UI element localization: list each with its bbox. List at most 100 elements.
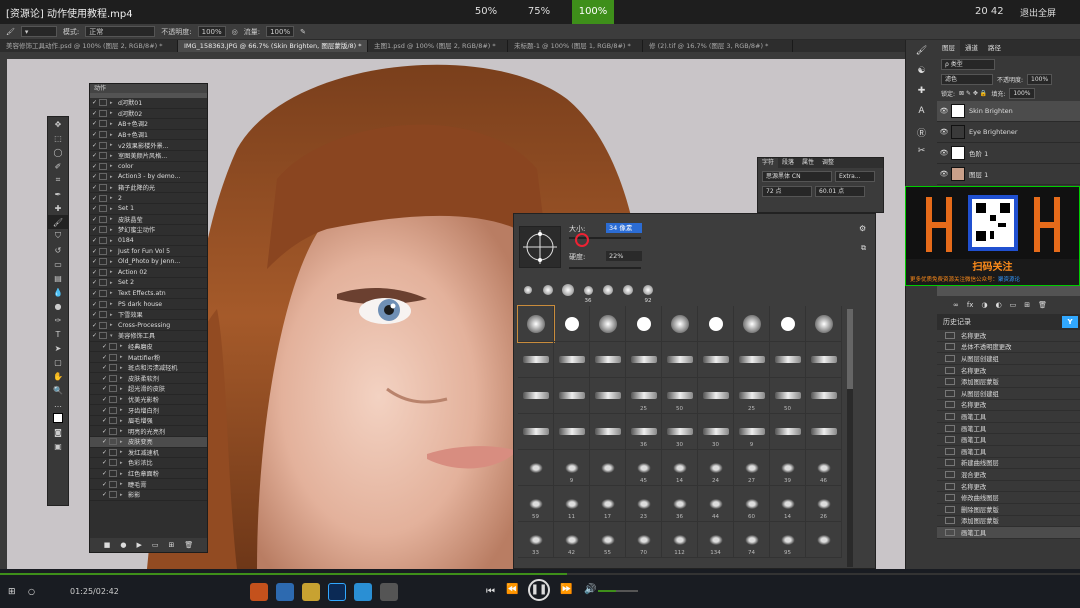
leading-input[interactable]: 60.01 点	[815, 186, 865, 197]
expand-triangle-icon[interactable]: ▸	[110, 216, 118, 222]
action-row[interactable]: ✓ ▸ AB+色调1	[90, 130, 207, 141]
eye-icon[interactable]: 👁	[937, 149, 951, 157]
opacity-input[interactable]: 100%	[197, 26, 226, 37]
action-row[interactable]: ✓ ▸ 发红减速机	[90, 448, 207, 459]
dialog-toggle-icon[interactable]	[109, 342, 117, 350]
history-row[interactable]: 从图层创建组	[937, 388, 1080, 400]
checkmark-icon[interactable]: ✓	[100, 491, 109, 498]
dialog-toggle-icon[interactable]	[99, 321, 107, 329]
dodge-tool-icon[interactable]: ●	[48, 299, 68, 313]
checkmark-icon[interactable]: ✓	[100, 417, 109, 424]
brush-preset[interactable]	[590, 342, 626, 378]
checkmark-icon[interactable]: ✓	[90, 237, 99, 244]
dialog-toggle-icon[interactable]	[99, 332, 107, 340]
brush-preset[interactable]	[590, 378, 626, 414]
hand-tool-icon[interactable]: ✋	[48, 369, 68, 383]
history-row[interactable]: 画笔工具	[937, 527, 1080, 539]
shape-tool-icon[interactable]: ▢	[48, 355, 68, 369]
brush-preset[interactable]	[554, 378, 590, 414]
adjust-icon[interactable]: ◐	[996, 301, 1002, 309]
brush-preset[interactable]	[554, 414, 590, 450]
checkmark-icon[interactable]: ✓	[90, 184, 99, 191]
history-row[interactable]: 添加图层蒙版	[937, 376, 1080, 388]
expand-triangle-icon[interactable]: ▸	[120, 471, 128, 477]
dialog-toggle-icon[interactable]	[99, 258, 107, 266]
action-row[interactable]: ✓ ▸ d河默02	[90, 109, 207, 120]
recent-brush[interactable]: 92	[640, 282, 656, 304]
dialog-toggle-icon[interactable]	[99, 311, 107, 319]
brush-preset[interactable]	[626, 306, 662, 342]
brush-preset[interactable]: 36	[662, 486, 698, 522]
action-row[interactable]: ✓ ▸ 皮肤变亮	[90, 437, 207, 448]
brush-preset[interactable]	[590, 414, 626, 450]
new-action-icon[interactable]: ⊞	[168, 541, 174, 549]
expand-triangle-icon[interactable]: ▸	[120, 354, 128, 360]
doc-tab[interactable]: 美容修饰工具动作.psd @ 100% (图层 2, RGB/8#) *	[0, 40, 178, 52]
brush-preset[interactable]: 50	[662, 378, 698, 414]
action-row[interactable]: ✓ ▸ 皮肤柔软剂	[90, 373, 207, 385]
history-row[interactable]: 画笔工具	[937, 411, 1080, 423]
tab-adjustments[interactable]: 调整	[818, 158, 838, 168]
action-row[interactable]: ✓ ▸ 睫毛膏	[90, 479, 207, 490]
expand-triangle-icon[interactable]: ▸	[110, 185, 118, 191]
gradient-tool-icon[interactable]: ▤	[48, 271, 68, 285]
history-row[interactable]: 名称更改	[937, 330, 1080, 342]
pressure-opacity-icon[interactable]: ◎	[232, 28, 238, 36]
quick-select-tool-icon[interactable]: ✐	[48, 159, 68, 173]
action-row[interactable]: ✓ ▸ Mattifier粉	[90, 352, 207, 363]
dialog-toggle-icon[interactable]	[109, 480, 117, 488]
expand-triangle-icon[interactable]: ▸	[120, 343, 128, 349]
search-icon[interactable]: ○	[28, 587, 35, 596]
expand-triangle-icon[interactable]: ▸	[120, 386, 128, 392]
new-preset-icon[interactable]: ⧉	[861, 244, 866, 253]
history-row[interactable]: 添加图层蒙版	[937, 516, 1080, 528]
brush-preset[interactable]	[662, 306, 698, 342]
action-row[interactable]: ✓ ▸ 梦幻蜜尘动作	[90, 225, 207, 236]
checkmark-icon[interactable]: ✓	[90, 269, 99, 276]
dialog-toggle-icon[interactable]	[109, 385, 117, 393]
expand-triangle-icon[interactable]: ▸	[110, 238, 118, 244]
action-row[interactable]: ✓ ▸ 下雪效果	[90, 310, 207, 321]
lasso-tool-icon[interactable]: ◯	[48, 145, 68, 159]
expand-triangle-icon[interactable]: ▸	[110, 132, 118, 138]
checkmark-icon[interactable]: ✓	[90, 248, 99, 255]
marquee-tool-icon[interactable]: ⬚	[48, 131, 68, 145]
app-icon[interactable]	[380, 583, 398, 601]
link-icon[interactable]: ∞	[953, 301, 959, 309]
checkmark-icon[interactable]: ✓	[100, 449, 109, 456]
new-set-icon[interactable]: ▭	[152, 541, 159, 549]
brush-preset[interactable]: 112	[662, 522, 698, 558]
hardness-input[interactable]: 22%	[606, 251, 642, 261]
color-wheel-icon[interactable]: ☯	[906, 60, 937, 80]
dialog-toggle-icon[interactable]	[109, 353, 117, 361]
expand-triangle-icon[interactable]: ▸	[110, 174, 118, 180]
expand-triangle-icon[interactable]: ▸	[110, 290, 118, 296]
action-row[interactable]: ✓ ▸ 眉毛增强	[90, 416, 207, 427]
expand-triangle-icon[interactable]: ▾	[110, 333, 118, 339]
history-row[interactable]: 画笔工具	[937, 446, 1080, 458]
tab-paragraph[interactable]: 段落	[778, 158, 798, 168]
brush-angle-preview[interactable]	[519, 226, 561, 268]
dialog-toggle-icon[interactable]	[99, 205, 107, 213]
layer-row[interactable]: 👁 色阶 1	[937, 143, 1080, 164]
brush-preset[interactable]	[590, 306, 626, 342]
action-row[interactable]: ✓ ▸ color	[90, 162, 207, 173]
checkmark-icon[interactable]: ✓	[100, 375, 109, 382]
brush-preset[interactable]	[554, 342, 590, 378]
brush-preset[interactable]	[770, 342, 806, 378]
expand-triangle-icon[interactable]: ▸	[110, 280, 118, 286]
expand-triangle-icon[interactable]: ▸	[110, 153, 118, 159]
brush-preset[interactable]: 24	[698, 450, 734, 486]
action-row[interactable]: ✓ ▸ 优美光影粉	[90, 395, 207, 406]
checkmark-icon[interactable]: ✓	[90, 290, 99, 297]
action-row[interactable]: ✓ ▸ 明亮的光亮剂	[90, 426, 207, 437]
tab-layers[interactable]: 图层	[937, 40, 960, 56]
expand-triangle-icon[interactable]: ▸	[110, 269, 118, 275]
dialog-toggle-icon[interactable]	[99, 194, 107, 202]
brush-preset[interactable]	[770, 306, 806, 342]
history-brush-icon[interactable]: ↺	[48, 243, 68, 257]
action-row[interactable]: ✓ ▸ Cross-Processing	[90, 320, 207, 332]
checkmark-icon[interactable]: ✓	[100, 343, 109, 350]
action-row[interactable]: ✓ ▸ 牙齿增白剂	[90, 405, 207, 416]
checkmark-icon[interactable]: ✓	[100, 470, 109, 477]
